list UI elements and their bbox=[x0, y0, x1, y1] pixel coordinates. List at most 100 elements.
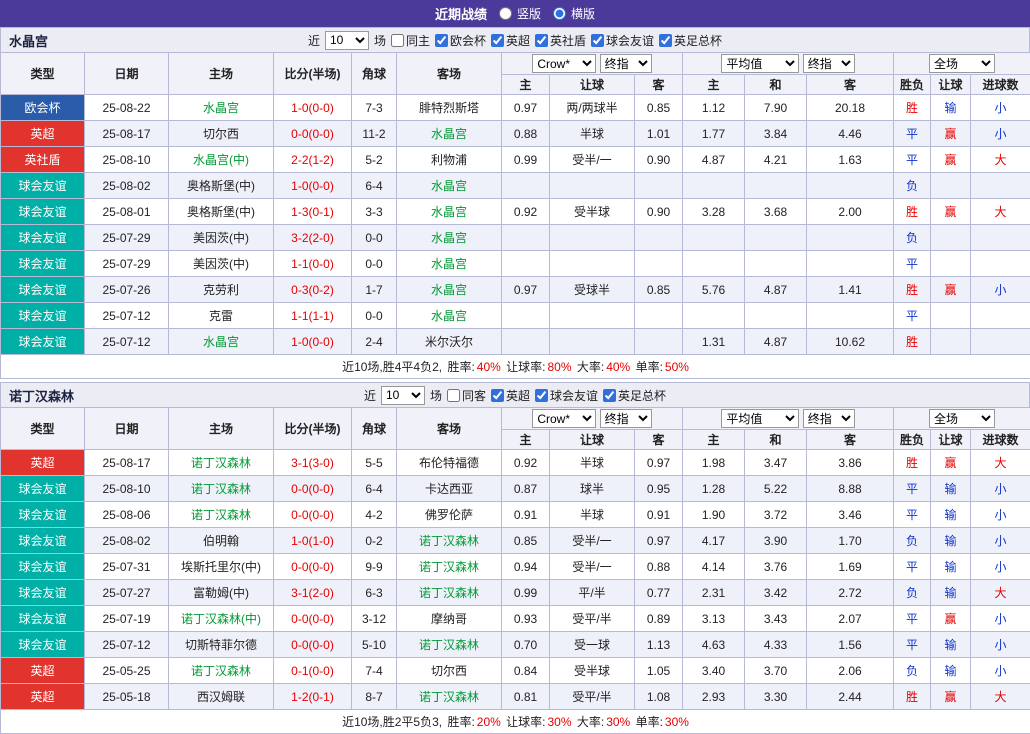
average-select[interactable]: 平均值 bbox=[721, 54, 799, 73]
league-filter-option[interactable]: 英社盾 bbox=[535, 32, 586, 49]
league-filter-option[interactable]: 英超 bbox=[491, 32, 530, 49]
home-team-link[interactable]: 伯明翰 bbox=[169, 528, 274, 554]
games-label: 场 bbox=[374, 32, 386, 49]
home-team-link[interactable]: 富勒姆(中) bbox=[169, 580, 274, 606]
league-filter-label: 英足总杯 bbox=[618, 387, 666, 404]
away-team-link[interactable]: 水晶宫 bbox=[397, 173, 502, 199]
away-team-link[interactable]: 佛罗伦萨 bbox=[397, 502, 502, 528]
league-filter-checkbox[interactable] bbox=[535, 389, 548, 402]
away-team-link[interactable]: 水晶宫 bbox=[397, 121, 502, 147]
league-filter-option[interactable]: 欧会杯 bbox=[435, 32, 486, 49]
home-team-link[interactable]: 水晶宫 bbox=[169, 95, 274, 121]
league-filter-checkbox[interactable] bbox=[535, 34, 548, 47]
handicap-line: 半球 bbox=[550, 450, 635, 476]
result-handicap: 赢 bbox=[931, 277, 971, 303]
handicap-line: 受平/半 bbox=[550, 606, 635, 632]
scope-select[interactable]: 全场 bbox=[929, 54, 995, 73]
home-team-link[interactable]: 奥格斯堡(中) bbox=[169, 173, 274, 199]
recent-count-select[interactable]: 10 bbox=[381, 386, 425, 405]
away-team-link[interactable]: 水晶宫 bbox=[397, 225, 502, 251]
odds-home: 0.92 bbox=[502, 450, 550, 476]
away-team-link[interactable]: 水晶宫 bbox=[397, 277, 502, 303]
same-venue-option[interactable]: 同主 bbox=[391, 32, 430, 49]
home-team-link[interactable]: 诺丁汉森林 bbox=[169, 502, 274, 528]
avg-odds-draw: 3.90 bbox=[745, 528, 807, 554]
scope-select[interactable]: 全场 bbox=[929, 409, 995, 428]
average-select[interactable]: 平均值 bbox=[721, 409, 799, 428]
match-score: 3-1(2-0) bbox=[274, 580, 352, 606]
league-filter-checkbox[interactable] bbox=[591, 34, 604, 47]
same-venue-option[interactable]: 同客 bbox=[447, 387, 486, 404]
match-type-badge: 球会友谊 bbox=[1, 476, 85, 502]
home-team-link[interactable]: 诺丁汉森林(中) bbox=[169, 606, 274, 632]
layout-option-horizontal[interactable]: 横版 bbox=[553, 5, 595, 22]
away-team-link[interactable]: 诺丁汉森林 bbox=[397, 632, 502, 658]
result-winlose: 平 bbox=[894, 632, 931, 658]
away-team-link[interactable]: 布伦特福德 bbox=[397, 450, 502, 476]
away-team-link[interactable]: 米尔沃尔 bbox=[397, 329, 502, 355]
avg-odds-away: 1.41 bbox=[807, 277, 894, 303]
away-team-link[interactable]: 诺丁汉森林 bbox=[397, 684, 502, 710]
league-filter-checkbox[interactable] bbox=[659, 34, 672, 47]
away-team-link[interactable]: 摩纳哥 bbox=[397, 606, 502, 632]
col-date: 日期 bbox=[85, 408, 169, 450]
avg-final-select[interactable]: 终指 bbox=[803, 54, 855, 73]
league-filter-checkbox[interactable] bbox=[491, 389, 504, 402]
handicap-line: 半球 bbox=[550, 121, 635, 147]
match-row: 球会友谊25-07-27富勒姆(中)3-1(2-0)6-3诺丁汉森林0.99平/… bbox=[1, 580, 1030, 606]
same-venue-checkbox[interactable] bbox=[447, 389, 460, 402]
league-filter-checkbox[interactable] bbox=[491, 34, 504, 47]
corner-count: 6-4 bbox=[352, 476, 397, 502]
match-date: 25-07-31 bbox=[85, 554, 169, 580]
home-team-link[interactable]: 诺丁汉森林 bbox=[169, 450, 274, 476]
home-team-link[interactable]: 奥格斯堡(中) bbox=[169, 199, 274, 225]
odds-home bbox=[502, 225, 550, 251]
match-date: 25-08-17 bbox=[85, 121, 169, 147]
home-team-link[interactable]: 美因茨(中) bbox=[169, 251, 274, 277]
recent-count-select[interactable]: 10 bbox=[325, 31, 369, 50]
odds-final-select[interactable]: 终指 bbox=[600, 54, 652, 73]
away-team-link[interactable]: 诺丁汉森林 bbox=[397, 554, 502, 580]
league-filter-option[interactable]: 球会友谊 bbox=[535, 387, 598, 404]
handicap-line: 受半/一 bbox=[550, 554, 635, 580]
match-type-badge: 球会友谊 bbox=[1, 303, 85, 329]
avg-odds-away: 2.00 bbox=[807, 199, 894, 225]
league-filter-checkbox[interactable] bbox=[435, 34, 448, 47]
away-team-link[interactable]: 卡达西亚 bbox=[397, 476, 502, 502]
league-filter-option[interactable]: 英足总杯 bbox=[603, 387, 666, 404]
away-team-link[interactable]: 利物浦 bbox=[397, 147, 502, 173]
avg-final-select[interactable]: 终指 bbox=[803, 409, 855, 428]
league-filter-checkbox[interactable] bbox=[603, 389, 616, 402]
away-team-link[interactable]: 水晶宫 bbox=[397, 303, 502, 329]
home-team-link[interactable]: 水晶宫(中) bbox=[169, 147, 274, 173]
away-team-link[interactable]: 切尔西 bbox=[397, 658, 502, 684]
bookmaker-select[interactable]: Crow* bbox=[532, 54, 596, 73]
avg-odds-draw: 3.68 bbox=[745, 199, 807, 225]
filter-bar: 近 10 场 同主 欧会杯英超英社盾球会友谊英足总杯 bbox=[308, 31, 722, 50]
horizontal-layout-radio[interactable] bbox=[553, 7, 566, 20]
away-team-link[interactable]: 腓特烈斯塔 bbox=[397, 95, 502, 121]
home-team-link[interactable]: 切斯特菲尔德 bbox=[169, 632, 274, 658]
league-filter-option[interactable]: 英超 bbox=[491, 387, 530, 404]
home-team-link[interactable]: 克劳利 bbox=[169, 277, 274, 303]
match-score: 1-0(1-0) bbox=[274, 528, 352, 554]
away-team-link[interactable]: 诺丁汉森林 bbox=[397, 528, 502, 554]
vertical-layout-radio[interactable] bbox=[499, 7, 512, 20]
league-filter-option[interactable]: 英足总杯 bbox=[659, 32, 722, 49]
home-team-link[interactable]: 切尔西 bbox=[169, 121, 274, 147]
league-filter-option[interactable]: 球会友谊 bbox=[591, 32, 654, 49]
home-team-link[interactable]: 美因茨(中) bbox=[169, 225, 274, 251]
home-team-link[interactable]: 埃斯托里尔(中) bbox=[169, 554, 274, 580]
bookmaker-select[interactable]: Crow* bbox=[532, 409, 596, 428]
home-team-link[interactable]: 诺丁汉森林 bbox=[169, 658, 274, 684]
layout-option-vertical[interactable]: 竖版 bbox=[499, 5, 541, 22]
odds-final-select[interactable]: 终指 bbox=[600, 409, 652, 428]
home-team-link[interactable]: 克雷 bbox=[169, 303, 274, 329]
home-team-link[interactable]: 水晶宫 bbox=[169, 329, 274, 355]
home-team-link[interactable]: 诺丁汉森林 bbox=[169, 476, 274, 502]
same-venue-checkbox[interactable] bbox=[391, 34, 404, 47]
away-team-link[interactable]: 诺丁汉森林 bbox=[397, 580, 502, 606]
home-team-link[interactable]: 西汉姆联 bbox=[169, 684, 274, 710]
away-team-link[interactable]: 水晶宫 bbox=[397, 199, 502, 225]
away-team-link[interactable]: 水晶宫 bbox=[397, 251, 502, 277]
